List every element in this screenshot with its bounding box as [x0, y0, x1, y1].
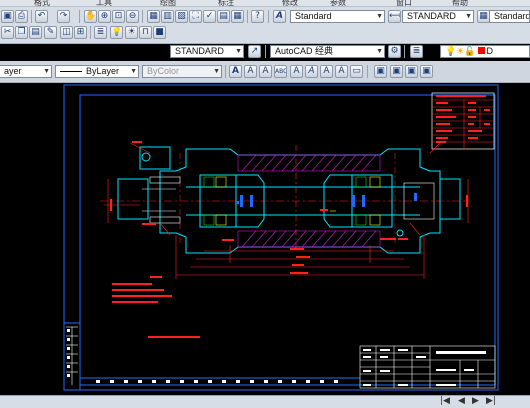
- color-select[interactable]: ByColor ▼: [142, 65, 222, 78]
- pan-icon[interactable]: ✋: [84, 10, 97, 23]
- cut-icon[interactable]: ✂: [1, 26, 14, 39]
- tab-prev-icon[interactable]: ◀: [458, 396, 465, 406]
- properties-toolbar: ayer ▼ ByLayer ▼ ByColor ▼ A A A ABC A A A …: [0, 61, 530, 83]
- menu-format[interactable]: 格式: [34, 0, 50, 6]
- menu-parametric[interactable]: 参数: [330, 0, 346, 6]
- design-center-icon[interactable]: ▥: [161, 10, 174, 23]
- menu-window[interactable]: 窗口: [396, 0, 412, 6]
- menu-dimension[interactable]: 标注: [218, 0, 234, 6]
- help-icon[interactable]: ?: [251, 10, 264, 23]
- drawing-canvas[interactable]: [0, 83, 530, 395]
- text-style-select-2[interactable]: STANDARD ▼: [170, 45, 244, 58]
- text-style-select[interactable]: Standard ▼: [290, 10, 385, 23]
- undo-icon[interactable]: ↶: [35, 10, 48, 23]
- workspace-settings-icon[interactable]: ⚙: [388, 45, 401, 58]
- block-editor-icon[interactable]: ◫: [60, 26, 73, 39]
- text-icon[interactable]: A: [229, 65, 242, 78]
- match-properties-icon[interactable]: ✎: [44, 26, 57, 39]
- table-style-select[interactable]: Standard: [489, 10, 530, 23]
- standard-toolbar: ✂ ❐ ▤ ✎ ▣ ⎙ ↶ ↷ ✋ ⊕ ⊡ ⊖ ▦ ▥ ▧ ⛶ ✓ ▤ ▦ ? …: [0, 7, 530, 44]
- layout-viewport-icon[interactable]: ▣: [374, 65, 387, 78]
- layout-tab-bar: |◀ ◀ ▶ ▶|: [0, 395, 530, 408]
- layout-viewport2-icon[interactable]: ▣: [390, 65, 403, 78]
- save-icon[interactable]: ▣: [1, 10, 14, 23]
- layer-properties-icon[interactable]: ≣: [94, 26, 107, 39]
- dim-style-select[interactable]: STANDARD ▼: [402, 10, 474, 23]
- workspace-select[interactable]: AutoCAD 经典 ▼: [270, 45, 385, 58]
- layer-color-icon[interactable]: ■: [153, 26, 166, 39]
- menu-help[interactable]: 帮助: [452, 0, 468, 6]
- tool-palettes-icon[interactable]: ▧: [175, 10, 188, 23]
- layout-viewport3-icon[interactable]: ▣: [405, 65, 418, 78]
- menu-draw[interactable]: 绘图: [160, 0, 176, 6]
- layer-dropdown[interactable]: ayer ▼: [0, 65, 52, 78]
- zoom-window-icon[interactable]: ⊡: [112, 10, 125, 23]
- zoom-realtime-icon[interactable]: ⊕: [98, 10, 111, 23]
- find-text-icon[interactable]: A: [290, 65, 303, 78]
- tab-next-icon[interactable]: ▶: [472, 396, 479, 406]
- redo-icon[interactable]: ↷: [57, 10, 70, 23]
- tab-first-icon[interactable]: |◀: [440, 396, 450, 406]
- zoom-previous-icon[interactable]: ⊖: [126, 10, 139, 23]
- copy-icon[interactable]: ❐: [15, 26, 28, 39]
- text-style-dialog-icon[interactable]: A: [305, 65, 318, 78]
- calculator-icon[interactable]: ▦: [231, 10, 244, 23]
- layer-select[interactable]: 💡☀🔓 D: [440, 45, 530, 58]
- paste-icon[interactable]: ▤: [29, 26, 42, 39]
- dim-style-icon[interactable]: ⟷: [388, 10, 401, 23]
- multileader-style-icon[interactable]: ↗: [248, 45, 261, 58]
- menu-tools[interactable]: 工具: [96, 0, 112, 6]
- styles-toolbar: STANDARD ▼ ↗ AutoCAD 经典 ▼ ⚙ ≣ 💡☀🔓 D: [0, 44, 530, 61]
- scale-text-icon[interactable]: A: [320, 65, 333, 78]
- justify-text-icon[interactable]: A: [335, 65, 348, 78]
- layer-on-icon[interactable]: 💡: [110, 26, 123, 39]
- markup-icon[interactable]: ✓: [203, 10, 216, 23]
- text-frame-icon[interactable]: ▭: [350, 65, 363, 78]
- menu-bar: 格式 工具 绘图 标注 修改 参数 窗口 帮助: [0, 0, 530, 7]
- text-edit-icon[interactable]: A: [244, 65, 257, 78]
- cad-drawing: [0, 83, 530, 395]
- text-style-icon[interactable]: A: [273, 10, 286, 23]
- layer-lock-icon[interactable]: ⊓: [139, 26, 152, 39]
- sheet-set-icon[interactable]: ⛶: [189, 10, 202, 23]
- spell-check-icon[interactable]: ABC: [274, 65, 287, 78]
- layer-manager-icon[interactable]: ≣: [410, 45, 423, 58]
- tab-last-icon[interactable]: ▶|: [486, 396, 496, 406]
- layer-freeze-icon[interactable]: ☀: [125, 26, 138, 39]
- quickcalc-icon[interactable]: ▤: [217, 10, 230, 23]
- properties-icon[interactable]: ▦: [147, 10, 160, 23]
- mtext-icon[interactable]: A: [259, 65, 272, 78]
- layout-viewport4-icon[interactable]: ▣: [420, 65, 433, 78]
- external-reference-icon[interactable]: ⊞: [74, 26, 87, 39]
- print-icon[interactable]: ⎙: [15, 10, 28, 23]
- linetype-select[interactable]: ByLayer ▼: [55, 65, 139, 78]
- menu-modify[interactable]: 修改: [282, 0, 298, 6]
